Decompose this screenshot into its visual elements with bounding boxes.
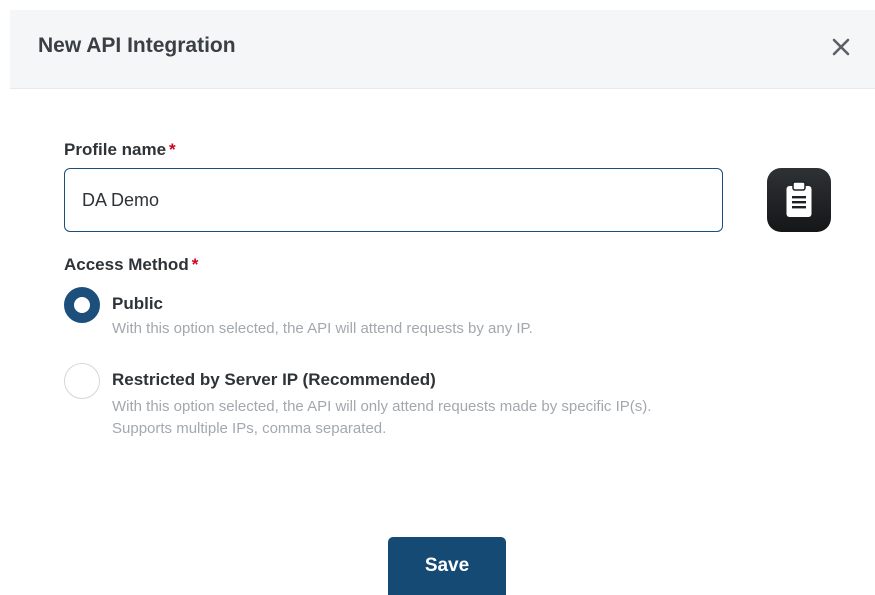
dialog-title: New API Integration [38, 34, 236, 57]
radio-restricted[interactable] [64, 363, 100, 399]
save-button[interactable]: Save [388, 537, 506, 595]
required-mark: * [191, 255, 199, 274]
profile-name-label: Profile name * [64, 140, 176, 159]
option-public-description: With this option selected, the API will … [112, 320, 533, 337]
option-restricted-label[interactable]: Restricted by Server IP (Recommended) [112, 370, 436, 390]
option-restricted-description-line2: Supports multiple IPs, comma separated. [112, 420, 387, 437]
clipboard-button[interactable] [767, 168, 831, 232]
option-public-label[interactable]: Public [112, 294, 163, 314]
close-button[interactable] [828, 34, 854, 60]
dialog-header: New API Integration [10, 10, 875, 89]
api-integration-dialog: New API Integration Profile name* Access… [0, 0, 875, 595]
close-icon [832, 38, 850, 56]
option-restricted-description-line1: With this option selected, the API will … [112, 398, 652, 415]
profile-name-input[interactable] [64, 168, 723, 232]
access-method-label: Access Method * [64, 255, 199, 274]
radio-public[interactable] [64, 287, 100, 323]
clipboard-icon [786, 181, 812, 217]
required-mark: * [169, 140, 176, 159]
